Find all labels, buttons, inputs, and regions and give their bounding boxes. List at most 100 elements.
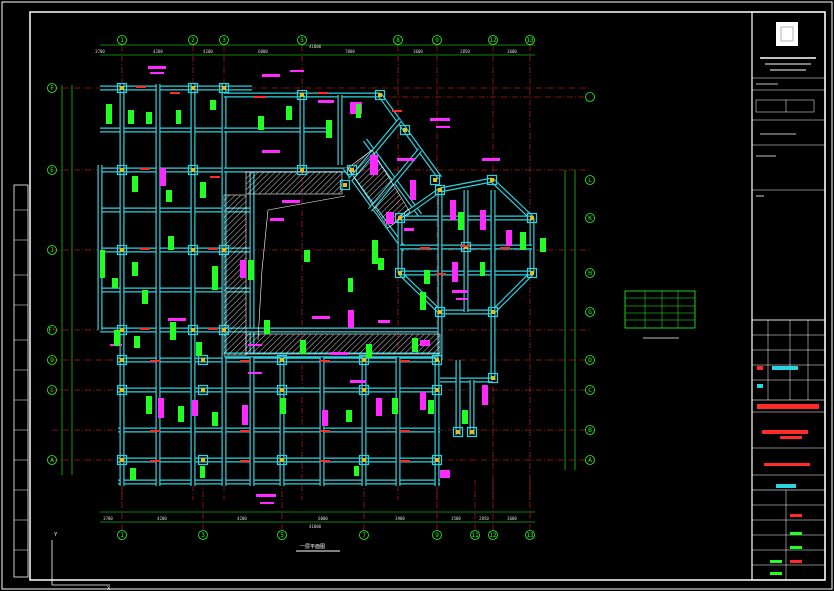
annotation-mark [248,372,262,374]
annotation-mark [248,344,262,346]
dimension-text-bottom: 4200 [237,516,247,521]
dimension-text-bottom: 3700 [103,516,113,521]
annotation-mark [176,110,181,124]
annotation-mark [318,92,328,94]
axis-label-top: 13 [526,37,534,44]
axis-label-bottom: 13 [526,532,534,539]
annotation-mark [160,168,166,186]
annotation-mark [370,155,378,175]
annotation-mark [456,298,468,300]
axis-label-left: F' [48,327,55,334]
annotation-mark [200,466,205,478]
dimension-text-bottom: 6000 [318,516,328,521]
annotation-mark [397,158,415,161]
hatched-wall [245,333,441,355]
annotation-mark [140,168,150,170]
overall-dimension-text: 41000 [309,524,322,529]
annotation-mark [286,106,292,120]
annotation-mark [354,466,359,476]
dimension-text-top: 3600 [413,49,423,54]
annotation-mark [412,338,418,352]
annotation-mark [436,273,446,275]
annotation-mark [262,150,280,153]
axis-label-right: B [588,427,592,434]
annotation-mark [376,398,382,416]
annotation-mark [424,270,430,284]
annotation-mark [140,248,150,250]
axis-label-right: D [588,357,592,364]
dimension-text-bottom: 3900 [395,516,405,521]
annotation-mark [452,262,458,282]
annotation-mark [318,100,334,103]
dimension-text-top: 2850 [460,49,470,54]
annotation-mark [146,112,152,124]
axis-label-right: G [588,309,592,316]
annotation-mark [114,330,120,346]
axis-label-bottom: 9 [435,532,439,539]
annotation-mark [458,212,464,230]
annotation-mark [240,360,250,362]
annotation-mark [150,460,160,462]
axis-label-left: J [50,247,54,254]
annotation-mark [158,398,164,418]
annotation-mark [240,260,246,278]
annotation-mark [134,336,140,348]
annotation-mark [240,430,250,432]
annotation-mark [200,182,206,198]
annotation-mark [500,247,510,249]
axis-label-left: C [50,387,54,394]
annotation-mark [166,190,172,202]
annotation-mark [146,396,152,414]
annotation-mark [282,200,300,203]
dimension-text-top: 3600 [507,49,517,54]
annotation-mark [378,320,390,323]
axis-label-bottom: 12 [489,532,497,539]
annotation-mark [482,158,500,161]
annotation-mark [136,86,146,88]
annotation-mark [356,104,361,118]
dimension-text-top: 3700 [95,49,105,54]
annotation-mark [480,262,485,276]
annotation-mark [208,248,218,250]
title-block [751,11,826,581]
annotation-mark [320,430,330,432]
annotation-mark [346,410,352,422]
dimension-text-bottom: 4200 [157,516,167,521]
ucs-icon: Y X [51,532,111,591]
dimension-text-bottom: 3600 [507,516,517,521]
axis-label-left: F [50,85,54,92]
axis-label-top: 8 [396,37,400,44]
annotation-mark [132,262,138,276]
annotation-mark [256,494,276,497]
dimension-text-top: 6000 [258,49,268,54]
annotation-mark [150,360,160,362]
overall-dimension-text-top: 41000 [309,44,322,49]
annotation-mark [400,430,410,432]
cad-drawing-canvas: 1 2 3 5 8 9 12 131 3 5 7 9 11 12 13FEJF'DCALKHGDCBA370… [1,1,833,591]
axis-label-bottom: 3 [201,532,205,539]
annotation-mark [420,247,430,249]
annotation-mark [312,316,330,319]
annotation-mark [350,380,366,383]
axis-label-left: D [50,357,54,364]
axis-label-top: 2 [191,37,195,44]
axis-label-top: 9 [435,37,439,44]
annotation-mark [300,340,306,354]
axis-label-bottom: 7 [362,532,366,539]
logo-stamp [776,22,798,46]
dimension-text-bottom: 3500 [451,516,461,521]
axis-label-bottom: 1 [120,532,124,539]
annotation-mark [142,290,148,304]
annotation-mark [450,200,456,220]
annotation-mark [392,398,398,414]
annotation-mark [378,258,384,270]
axis-label-right: K [588,215,592,222]
annotation-mark [520,232,526,250]
axis-label-right: C [588,387,592,394]
annotation-mark [326,120,332,138]
structural-floor-plan: 1 2 3 5 8 9 12 131 3 5 7 9 11 12 13FEJF'DCALKHGDCBA370… [47,35,595,540]
annotation-mark [462,410,468,424]
annotation-mark [148,66,166,69]
annotation-mark [540,238,546,252]
annotation-mark [392,110,402,112]
